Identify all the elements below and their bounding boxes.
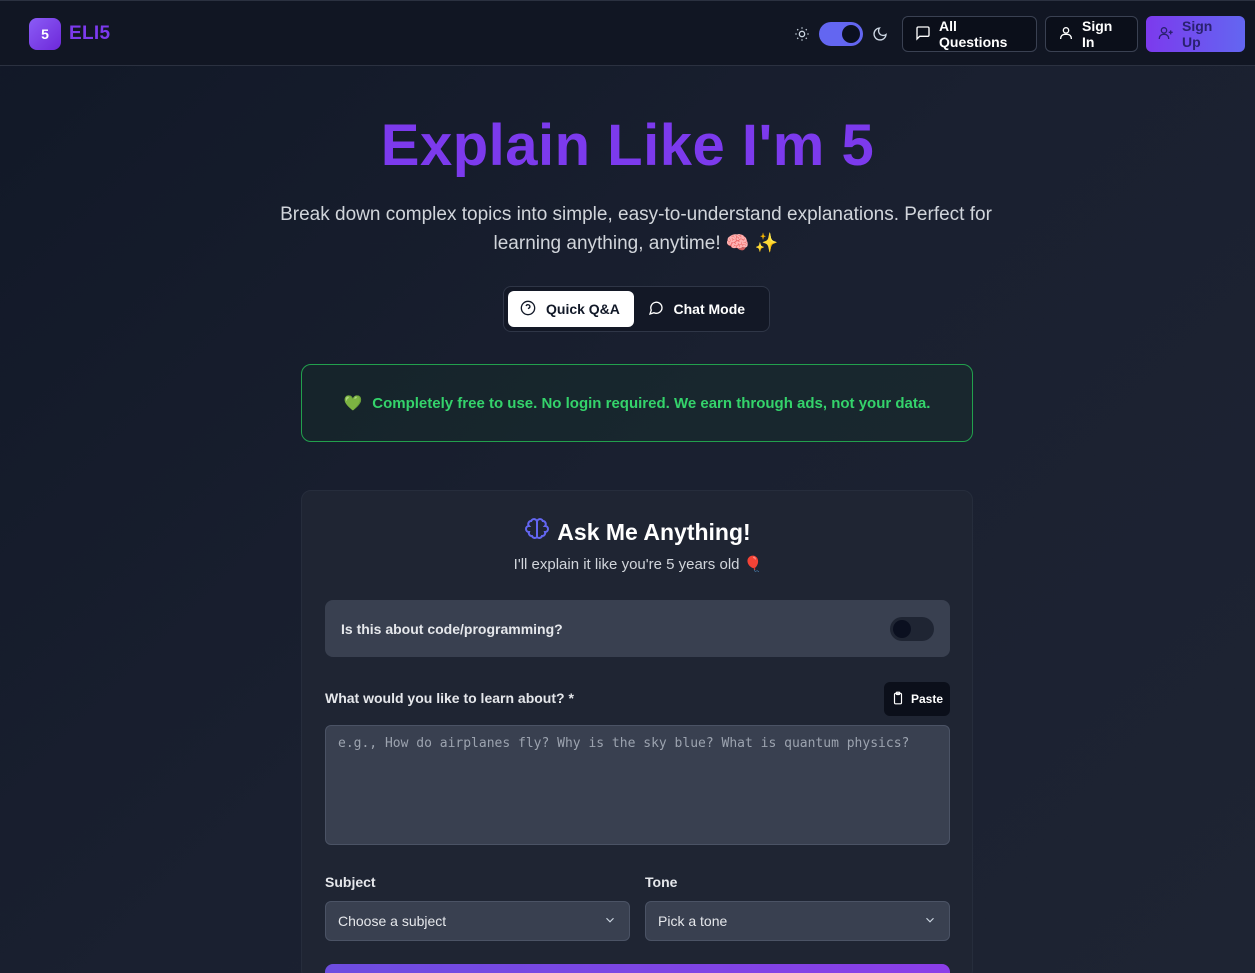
chevron-down-icon — [603, 913, 617, 930]
free-notice-banner: 💚 Completely free to use. No login requi… — [301, 364, 973, 442]
sign-in-button[interactable]: Sign In — [1045, 16, 1138, 52]
message-square-icon — [915, 25, 931, 44]
logo-text: ELI5 — [69, 23, 111, 44]
top-nav: 5 ELI5 All Questions Sign In Sign Up — [0, 0, 1255, 66]
sign-in-label: Sign In — [1082, 18, 1113, 50]
theme-toggle[interactable] — [819, 22, 863, 46]
tab-chat-mode[interactable]: Chat Mode — [636, 291, 765, 327]
code-question-label: Is this about code/programming? — [341, 620, 563, 637]
tone-label: Tone — [645, 874, 678, 890]
subject-select[interactable]: Choose a subject — [325, 901, 630, 941]
logo-badge: 5 — [29, 18, 61, 50]
theme-toggle-knob — [842, 25, 860, 43]
clipboard-icon — [891, 691, 905, 708]
card-subtitle: I'll explain it like you're 5 years old … — [513, 556, 763, 573]
tone-select[interactable]: Pick a tone — [645, 901, 950, 941]
card-title: Ask Me Anything! — [302, 517, 974, 547]
paste-label: Paste — [910, 692, 944, 706]
user-plus-icon — [1158, 25, 1174, 44]
code-question-row: Is this about code/programming? — [325, 600, 950, 657]
code-toggle[interactable] — [890, 616, 934, 641]
tab-quick-qa[interactable]: Quick Q&A — [508, 291, 634, 327]
mode-tabs: Quick Q&A Chat Mode — [503, 286, 770, 332]
theme-switcher — [793, 22, 889, 46]
message-circle-icon — [648, 300, 664, 319]
tone-select-value: Pick a tone — [658, 913, 728, 929]
paste-button[interactable]: Paste — [884, 682, 950, 716]
brain-icon — [525, 517, 550, 547]
logo[interactable]: 5 ELI5 — [29, 18, 110, 50]
card-title-text: Ask Me Anything! — [557, 518, 751, 545]
moon-icon — [871, 25, 889, 43]
learn-label: What would you like to learn about? * — [325, 690, 574, 706]
sun-icon — [793, 25, 811, 43]
page-subtitle: Break down complex topics into simple, e… — [280, 204, 992, 254]
page-title: Explain Like I'm 5 — [380, 113, 875, 178]
tab-chat-mode-label: Chat Mode — [673, 301, 746, 317]
submit-button[interactable] — [325, 964, 950, 973]
code-toggle-knob — [893, 619, 911, 638]
user-icon — [1058, 25, 1074, 44]
subject-select-value: Choose a subject — [338, 913, 447, 929]
chevron-down-icon — [923, 913, 937, 930]
ask-card: Ask Me Anything! I'll explain it like yo… — [301, 490, 973, 973]
free-notice-text: Completely free to use. No login require… — [372, 394, 931, 412]
all-questions-button[interactable]: All Questions — [902, 16, 1037, 52]
tab-quick-qa-label: Quick Q&A — [546, 301, 620, 317]
help-circle-icon — [520, 300, 536, 319]
sign-up-label: Sign Up — [1182, 18, 1213, 50]
subject-label: Subject — [325, 874, 376, 890]
all-questions-label: All Questions — [939, 18, 1008, 50]
sign-up-button[interactable]: Sign Up — [1146, 16, 1245, 52]
question-input[interactable] — [325, 725, 950, 845]
green-heart-icon: 💚 — [343, 395, 363, 412]
